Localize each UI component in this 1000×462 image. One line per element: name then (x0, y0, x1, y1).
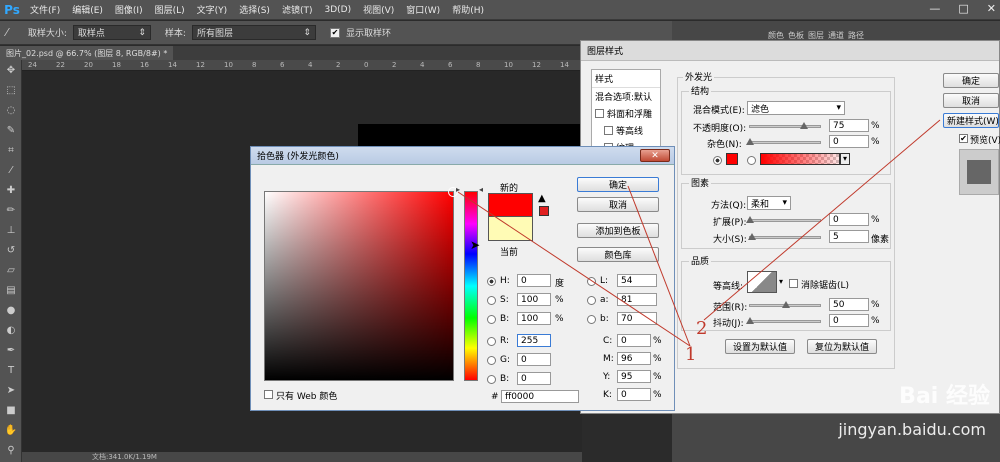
annotation-line-2 (703, 119, 941, 321)
annotation-overlay: 1 2 (457, 119, 941, 365)
annotation-number-2: 2 (696, 318, 707, 339)
mouse-pointer-icon: ➤ (470, 238, 481, 252)
annotation-line-1a (457, 191, 691, 347)
watermark-logo: Bai 经验 (899, 384, 990, 409)
annotation-line-1b (627, 185, 691, 347)
watermark-url: jingyan.baidu.com (838, 420, 986, 439)
annotation-number-1: 1 (685, 344, 696, 365)
